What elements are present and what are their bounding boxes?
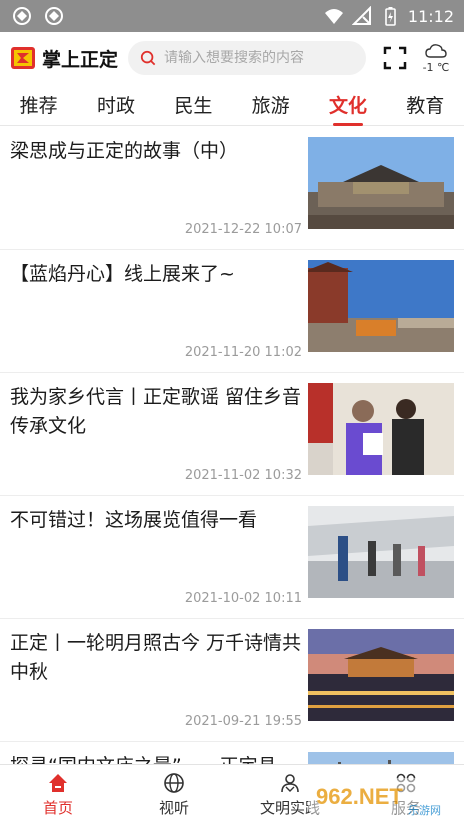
article-feed: 梁思成与正定的故事（中） 2021-12-22 10:07 【蓝焰丹心】线上展来… [0,127,464,764]
thumbnail-image [308,629,454,721]
article-text: 梁思成与正定的故事（中） 2021-12-22 10:07 [10,137,308,249]
weather-temp: -1 ℃ [422,60,450,74]
nav-home-label: 首页 [42,798,73,817]
status-left-icons [12,6,64,26]
signal-off-icon [351,6,371,25]
article-item[interactable]: 梁思成与正定的故事（中） 2021-12-22 10:07 [0,127,464,250]
article-date: 2021-12-22 10:07 [184,222,302,237]
article-date: 2021-10-02 10:11 [184,591,302,606]
notification-icon [13,7,31,25]
watermark-logo: 962.NET 乐游网 [308,778,458,817]
article-title: 探寻“国内文庙之最”——正定县 [10,752,302,764]
article-text: 不可错过！这场展览值得一看 2021-10-02 10:11 [10,506,308,618]
search-input[interactable] [164,50,354,66]
article-item[interactable]: 正定丨一轮明月照古今 万千诗情共中秋 2021-09-21 19:55 [0,619,464,742]
tab-culture[interactable]: 文化 [325,85,371,124]
tab-politics[interactable]: 时政 [93,85,139,124]
article-thumbnail [308,260,454,352]
app-title: 掌上正定 [42,48,119,71]
scan-icon[interactable] [382,45,408,71]
article-thumbnail [308,752,454,764]
thumbnail-image [308,260,454,352]
thumbnail-image [308,752,454,764]
globe-icon [164,772,184,793]
search-icon [140,50,156,66]
article-title: 梁思成与正定的故事（中） [10,140,239,162]
article-thumbnail [308,506,454,598]
article-date: 2021-11-20 11:02 [184,345,302,360]
tab-livelihood[interactable]: 民生 [170,85,216,124]
wifi-icon [324,9,343,24]
article-item[interactable]: 不可错过！这场展览值得一看 2021-10-02 10:11 [0,496,464,619]
tab-recommend[interactable]: 推荐 [16,85,62,124]
watermark-text: 962.NET [316,784,403,809]
article-item[interactable]: 探寻“国内文庙之最”——正定县 [0,742,464,764]
category-tabs: 推荐 时政 民生 旅游 文化 教育 [0,84,464,126]
nav-home[interactable]: 首页 [13,772,103,818]
tab-travel[interactable]: 旅游 [248,85,294,124]
search-bar[interactable] [128,41,366,75]
watermark-subtext: 乐游网 [408,804,441,817]
app-logo: 掌上正定 [10,45,118,72]
article-item[interactable]: 我为家乡代言丨正定歌谣 留住乡音 传承文化 2021-11-02 10:32 [0,373,464,496]
article-thumbnail [308,383,454,475]
status-time: 11:12 [407,6,454,26]
article-title: 【蓝焰丹心】线上展来了~ [10,263,235,285]
status-bar: 11:12 [0,0,464,32]
article-item[interactable]: 【蓝焰丹心】线上展来了~ 2021-11-20 11:02 [0,250,464,373]
battery-icon [385,7,396,26]
article-text: 我为家乡代言丨正定歌谣 留住乡音 传承文化 2021-11-02 10:32 [10,383,308,495]
article-text: 探寻“国内文庙之最”——正定县 [10,752,308,764]
nav-audio-video-label: 视听 [158,798,189,817]
status-right-icons: 11:12 [324,6,454,26]
article-text: 正定丨一轮明月照古今 万千诗情共中秋 2021-09-21 19:55 [10,629,308,741]
logo-icon [11,47,35,69]
tab-education[interactable]: 教育 [402,85,448,124]
article-title: 我为家乡代言丨正定歌谣 留住乡音 传承文化 [10,386,302,437]
thumbnail-image [308,137,454,229]
notification-icon [45,7,63,25]
weather-widget[interactable]: -1 ℃ [418,43,454,74]
article-date: 2021-09-21 19:55 [184,714,302,729]
article-thumbnail [308,629,454,721]
article-title: 正定丨一轮明月照古今 万千诗情共中秋 [10,632,302,683]
article-thumbnail [308,137,454,229]
article-date: 2021-11-02 10:32 [184,468,302,483]
thumbnail-image [308,383,454,475]
thumbnail-image [308,506,454,598]
cloud-icon [425,43,447,58]
article-text: 【蓝焰丹心】线上展来了~ 2021-11-20 11:02 [10,260,308,372]
nav-audio-video[interactable]: 视听 [129,772,219,818]
home-icon [49,773,67,792]
people-icon [281,773,299,792]
app-header: 掌上正定 -1 ℃ [0,32,464,84]
article-title: 不可错过！这场展览值得一看 [10,509,258,531]
